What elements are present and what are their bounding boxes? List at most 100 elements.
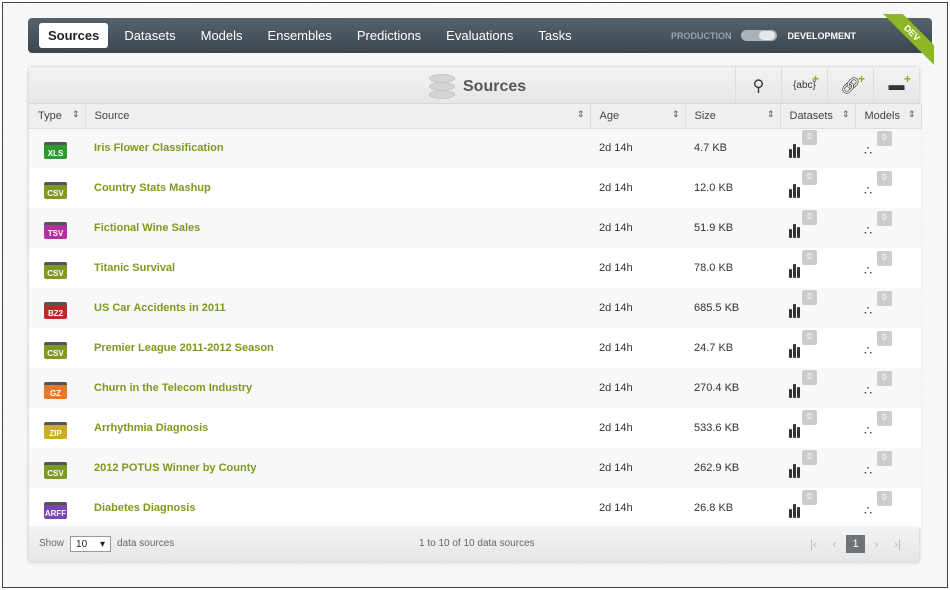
page-size-select[interactable]: 10 ▾ xyxy=(70,535,112,552)
sort-icon: ⇕ xyxy=(841,109,850,119)
datasets-badge: 0 xyxy=(802,369,817,385)
datasets-count[interactable]: 0 xyxy=(789,449,825,478)
dropdown-arrow-icon: ▾ xyxy=(99,538,106,550)
column-header-size[interactable]: Size ⇕ xyxy=(685,104,781,129)
source-name-link[interactable]: US Car Accidents in 2011 xyxy=(94,302,226,314)
source-name-link[interactable]: Iris Flower Classification xyxy=(94,142,224,154)
tab-sources[interactable]: Sources xyxy=(39,23,109,48)
tab-models[interactable]: Models xyxy=(192,23,252,48)
type-cell: CSV xyxy=(29,448,85,488)
pagination: |‹ ‹ 1 › ›| xyxy=(804,534,907,553)
source-name-link[interactable]: Fictional Wine Sales xyxy=(94,222,200,234)
source-name-link[interactable]: Country Stats Mashup xyxy=(94,182,211,194)
last-page-icon[interactable]: ›| xyxy=(888,535,907,553)
models-badge: 0 xyxy=(877,371,892,386)
source-name-link[interactable]: Diabetes Diagnosis xyxy=(94,502,195,514)
datasets-badge: 0 xyxy=(802,329,817,345)
models-count[interactable]: ∴ 0 xyxy=(864,371,900,399)
table-row[interactable]: ZIP Arrhythmia Diagnosis 2d 14h 533.6 KB… xyxy=(29,408,921,448)
datasets-count[interactable]: 0 xyxy=(789,409,825,438)
tab-datasets[interactable]: Datasets xyxy=(115,23,184,48)
datasets-count[interactable]: 0 xyxy=(789,489,825,518)
age-cell: 2d 14h xyxy=(590,408,685,448)
new-inline-source-button[interactable]: {abc} + xyxy=(781,67,827,104)
prev-page-icon[interactable]: ‹ xyxy=(825,535,844,553)
column-header-datasets[interactable]: Datasets ⇕ xyxy=(780,104,856,129)
model-tree-icon: ∴ xyxy=(864,423,873,438)
table-row[interactable]: CSV Country Stats Mashup 2d 14h 12.0 KB … xyxy=(29,168,921,208)
datasets-count[interactable]: 0 xyxy=(789,129,825,158)
models-cell: ∴ 0 xyxy=(855,208,921,248)
source-name-link[interactable]: Churn in the Telecom Industry xyxy=(94,382,252,394)
models-count[interactable]: ∴ 0 xyxy=(864,411,900,439)
next-page-icon[interactable]: › xyxy=(867,535,886,553)
panel-header: Sources ⚲ {abc} + 🔗︎ + ▬ + xyxy=(29,67,919,104)
type-cell: TSV xyxy=(29,208,85,248)
table-row[interactable]: TSV Fictional Wine Sales 2d 14h 51.9 KB … xyxy=(29,208,921,248)
source-name-link[interactable]: 2012 POTUS Winner by County xyxy=(94,462,257,474)
tab-predictions[interactable]: Predictions xyxy=(348,23,430,48)
source-cell: Country Stats Mashup xyxy=(85,168,590,208)
page-size-suffix: data sources xyxy=(117,538,175,549)
source-name-link[interactable]: Titanic Survival xyxy=(94,262,175,274)
models-cell: ∴ 0 xyxy=(855,128,921,168)
datasets-badge: 0 xyxy=(802,409,817,425)
table-row[interactable]: XLS Iris Flower Classification 2d 14h 4.… xyxy=(29,128,921,168)
column-header-models[interactable]: Models ⇕ xyxy=(855,104,922,129)
models-count[interactable]: ∴ 0 xyxy=(864,211,900,239)
size-cell: 262.9 KB xyxy=(685,448,780,488)
table-row[interactable]: ARFF Diabetes Diagnosis 2d 14h 26.8 KB 0… xyxy=(29,488,921,528)
tab-ensembles[interactable]: Ensembles xyxy=(259,23,341,48)
model-tree-icon: ∴ xyxy=(864,223,873,238)
sort-icon: ⇕ xyxy=(907,109,916,119)
models-cell: ∴ 0 xyxy=(855,168,921,208)
datasets-count[interactable]: 0 xyxy=(789,169,825,198)
models-count[interactable]: ∴ 0 xyxy=(864,171,900,199)
column-header-age[interactable]: Age ⇕ xyxy=(590,104,686,129)
table-row[interactable]: CSV Premier League 2011-2012 Season 2d 1… xyxy=(29,328,921,368)
type-cell: BZ2 xyxy=(29,288,85,328)
models-count[interactable]: ∴ 0 xyxy=(864,451,900,479)
models-count[interactable]: ∴ 0 xyxy=(864,331,900,359)
first-page-icon[interactable]: |‹ xyxy=(804,535,823,553)
datasets-count[interactable]: 0 xyxy=(789,209,825,238)
table-row[interactable]: GZ Churn in the Telecom Industry 2d 14h … xyxy=(29,368,921,408)
table-row[interactable]: CSV Titanic Survival 2d 14h 78.0 KB 0 ∴ 0 xyxy=(29,248,921,288)
new-remote-source-button[interactable]: 🔗︎ + xyxy=(827,67,873,104)
size-cell: 78.0 KB xyxy=(685,248,780,288)
source-name-link[interactable]: Premier League 2011-2012 Season xyxy=(94,342,274,354)
models-badge: 0 xyxy=(877,451,892,466)
table-row[interactable]: BZ2 US Car Accidents in 2011 2d 14h 685.… xyxy=(29,288,921,328)
tab-tasks[interactable]: Tasks xyxy=(529,23,580,48)
datasets-count[interactable]: 0 xyxy=(789,249,825,278)
type-cell: GZ xyxy=(29,368,85,408)
datasets-count[interactable]: 0 xyxy=(789,329,825,358)
age-cell: 2d 14h xyxy=(590,488,685,528)
search-icon: ⚲ xyxy=(752,77,765,95)
search-button[interactable]: ⚲ xyxy=(735,67,781,104)
models-count[interactable]: ∴ 0 xyxy=(864,291,900,319)
datasets-count[interactable]: 0 xyxy=(789,289,825,318)
datasets-count[interactable]: 0 xyxy=(789,369,825,398)
datasets-cell: 0 xyxy=(780,128,855,168)
page-1-button[interactable]: 1 xyxy=(846,534,865,553)
source-name-link[interactable]: Arrhythmia Diagnosis xyxy=(94,422,208,434)
models-count[interactable]: ∴ 0 xyxy=(864,131,900,159)
file-type-icon: CSV xyxy=(44,341,67,359)
new-folder-button[interactable]: ▬ + xyxy=(873,67,919,104)
mode-toggle[interactable] xyxy=(741,30,778,41)
mode-switch: PRODUCTION DEVELOPMENT xyxy=(671,30,856,41)
models-count[interactable]: ∴ 0 xyxy=(864,251,900,279)
source-cell: Churn in the Telecom Industry xyxy=(85,368,590,408)
column-header-source[interactable]: Source ⇕ xyxy=(85,104,591,129)
datasets-badge: 0 xyxy=(802,289,817,305)
source-cell: 2012 POTUS Winner by County xyxy=(85,448,590,488)
column-header-type[interactable]: Type ⇕ xyxy=(29,104,86,129)
models-count[interactable]: ∴ 0 xyxy=(864,491,900,519)
tab-evaluations[interactable]: Evaluations xyxy=(437,23,522,48)
models-cell: ∴ 0 xyxy=(855,488,921,528)
age-cell: 2d 14h xyxy=(590,368,685,408)
datasets-cell: 0 xyxy=(780,448,855,488)
age-cell: 2d 14h xyxy=(590,128,685,168)
table-row[interactable]: CSV 2012 POTUS Winner by County 2d 14h 2… xyxy=(29,448,921,488)
